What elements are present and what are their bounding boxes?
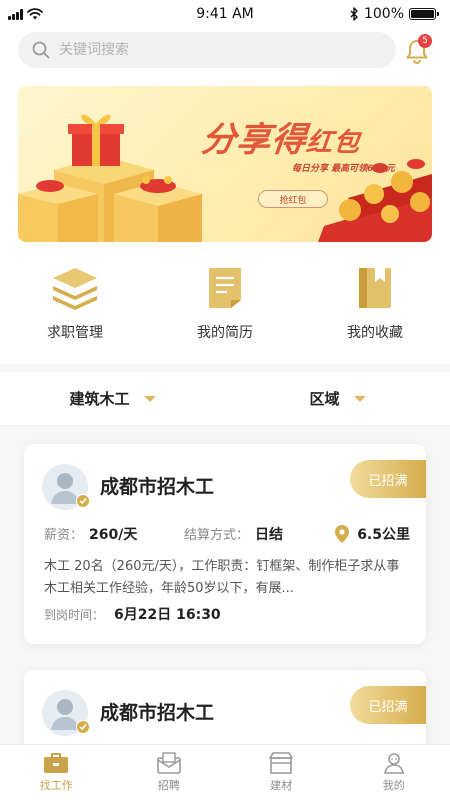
- promo-banner[interactable]: 分享得红包 每日分享 最高可领666元 抢红包: [18, 86, 432, 242]
- job-card[interactable]: 已招满 成都市招木工 薪资： 260/天 结算方式： 日结 6.5公里 木工 2…: [24, 444, 426, 644]
- bluetooth-icon: [350, 7, 358, 21]
- tab-label: 我的: [382, 779, 405, 792]
- filter-label: 建筑木工: [69, 390, 130, 408]
- verified-icon: [76, 494, 90, 508]
- bottom-tab-bar: 找工作 招聘 建材 我的: [0, 744, 450, 800]
- verified-icon: [76, 720, 90, 734]
- mail-icon: [156, 752, 181, 774]
- filter-category[interactable]: 建筑木工: [0, 372, 225, 425]
- quick-label: 我的收藏: [347, 325, 403, 341]
- wifi-icon: [27, 8, 43, 20]
- salary-label: 薪资：: [44, 528, 84, 543]
- quick-item-job-management[interactable]: 求职管理: [0, 264, 150, 354]
- banner-subtitle: 每日分享 最高可领666元: [292, 164, 395, 174]
- quick-item-my-resume[interactable]: 我的简历: [150, 264, 300, 354]
- status-left: [8, 8, 43, 20]
- arrival-time-value: 6月22日 16:30: [114, 607, 221, 623]
- document-icon: [209, 268, 241, 308]
- status-badge: 已招满: [350, 686, 426, 724]
- banner-title-main: 分享得: [199, 120, 309, 160]
- filter-bar: 建筑木工 区域: [0, 372, 450, 426]
- distance-info: 6.5公里: [335, 524, 410, 544]
- header: 5: [0, 28, 450, 364]
- filter-region[interactable]: 区域: [225, 372, 450, 425]
- tab-mine[interactable]: 我的: [338, 745, 450, 800]
- briefcase-icon: [44, 753, 69, 773]
- battery-level: [411, 10, 434, 18]
- chevron-down-icon: [143, 395, 156, 402]
- battery-percent: 100%: [363, 6, 404, 22]
- filter-label: 区域: [309, 390, 340, 408]
- quick-entries: 求职管理 我的简历 我的收藏: [0, 264, 450, 354]
- job-title: 成都市招木工: [100, 702, 215, 724]
- salary-value: 260/天: [89, 527, 138, 543]
- tab-recruit[interactable]: 招聘: [113, 745, 226, 800]
- avatar: [42, 464, 90, 510]
- quick-item-my-favorites[interactable]: 我的收藏: [300, 264, 450, 354]
- job-card[interactable]: 已招满 成都市招木工: [24, 670, 426, 744]
- chevron-down-icon: [353, 395, 366, 402]
- tab-label: 建材: [270, 779, 293, 792]
- distance-value: 6.5公里: [357, 527, 410, 543]
- settle-label: 结算方式：: [184, 528, 250, 543]
- notification-badge: 5: [418, 34, 432, 48]
- quick-label: 求职管理: [47, 325, 103, 341]
- banner-title: 分享得红包: [199, 112, 363, 161]
- job-description: 木工 20名（260元/天），工作职责：钉框架、制作柜子求从事木工相关工作经验，…: [44, 559, 400, 596]
- location-pin-icon: [335, 525, 350, 543]
- tab-materials[interactable]: 建材: [225, 745, 338, 800]
- grab-redpacket-button[interactable]: 抢红包: [258, 190, 328, 208]
- search-icon: [32, 41, 50, 59]
- job-info-row: 薪资： 260/天 结算方式： 日结 6.5公里: [44, 524, 410, 544]
- tab-find-job[interactable]: 找工作: [0, 745, 113, 800]
- banner-title-accent: 红包: [304, 128, 362, 158]
- avatar: [42, 690, 90, 736]
- salary-info: 薪资： 260/天: [44, 524, 137, 544]
- stack-icon: [53, 268, 97, 310]
- battery-icon: [409, 8, 439, 20]
- job-title: 成都市招木工: [100, 476, 215, 498]
- search-input[interactable]: [59, 42, 359, 58]
- job-list: 已招满 成都市招木工 薪资： 260/天 结算方式： 日结 6.5公里 木工 2…: [0, 426, 450, 744]
- status-badge: 已招满: [350, 460, 426, 498]
- tab-label: 招聘: [157, 779, 180, 792]
- arrival-time: 到岗时间： 6月22日 16:30: [44, 604, 221, 624]
- signal-icon: [8, 8, 23, 20]
- settle-value: 日结: [255, 527, 284, 543]
- quick-label: 我的简历: [197, 325, 253, 341]
- status-bar: 9:41 AM 100%: [0, 0, 450, 28]
- store-icon: [269, 752, 294, 774]
- search-bar[interactable]: [18, 32, 396, 68]
- user-icon: [383, 753, 404, 774]
- settle-info: 结算方式： 日结: [184, 524, 283, 544]
- status-right: 100%: [350, 6, 439, 22]
- bookmark-icon: [359, 268, 391, 308]
- tab-label: 找工作: [39, 779, 73, 792]
- arrival-time-label: 到岗时间：: [44, 608, 105, 622]
